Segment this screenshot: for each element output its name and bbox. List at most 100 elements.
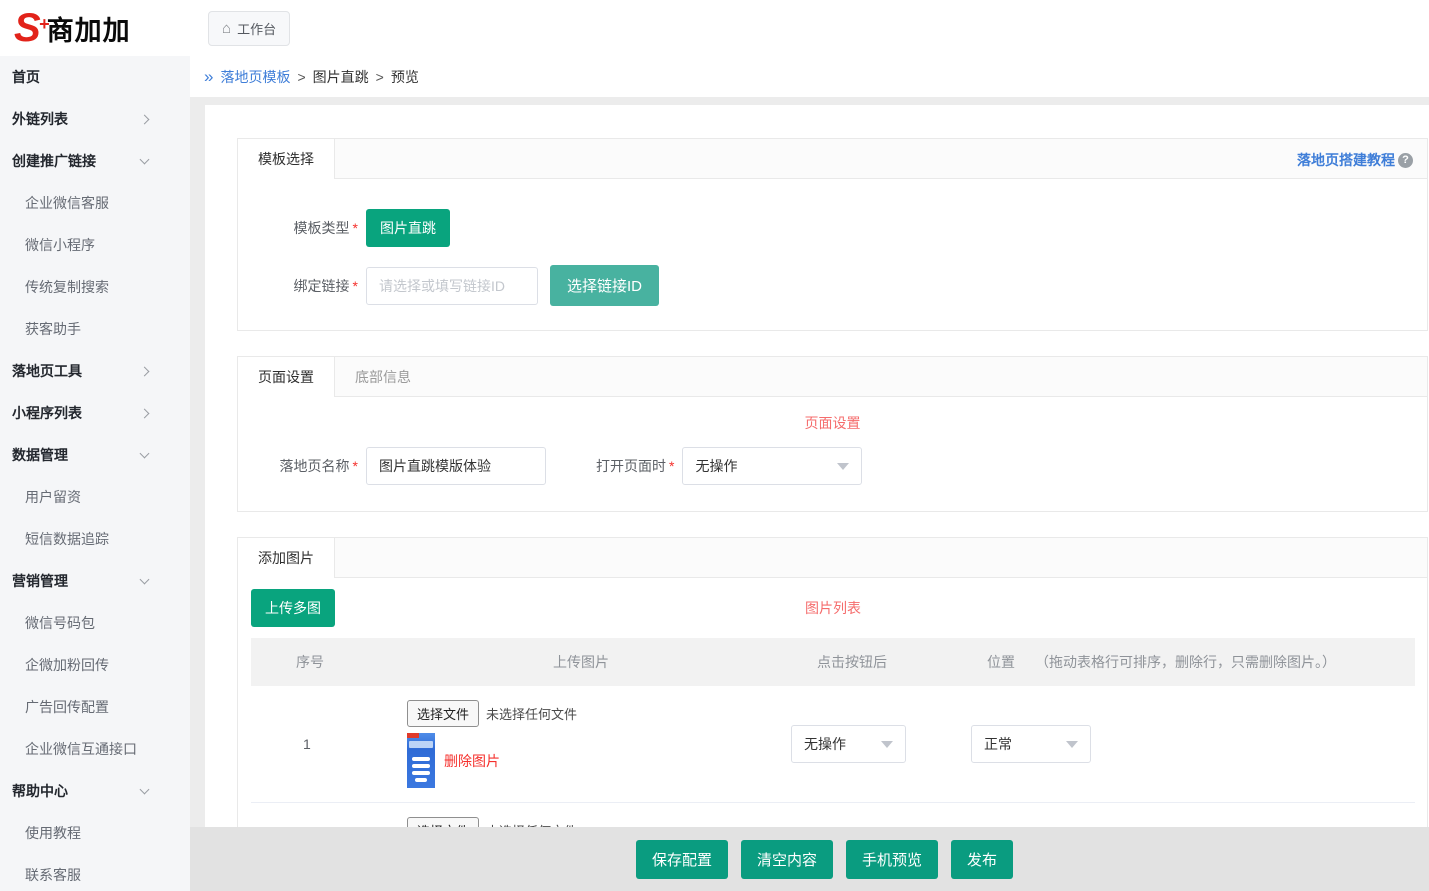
save-config-button[interactable]: 保存配置: [636, 840, 728, 879]
landing-name-label: 落地页名称*: [238, 456, 358, 476]
col-header-action: 点击按钮后: [781, 652, 961, 672]
sidebar-item-user-leads[interactable]: 用户留资: [0, 476, 190, 518]
choose-link-id-button[interactable]: 选择链接ID: [550, 265, 659, 306]
help-question-icon: ?: [1398, 153, 1413, 168]
tab-footer-info[interactable]: 底部信息: [335, 357, 431, 396]
sidebar-item-external-links[interactable]: 外链列表: [0, 98, 190, 140]
template-type-label: 模板类型*: [238, 218, 358, 238]
chevron-right-icon: [140, 366, 150, 376]
logo-s-icon: S+: [14, 8, 41, 48]
breadcrumb-separator: >: [297, 69, 305, 85]
action-footer: 保存配置 清空内容 手机预览 发布: [190, 827, 1429, 891]
required-asterisk: *: [669, 458, 674, 474]
sidebar-item-data-management[interactable]: 数据管理: [0, 434, 190, 476]
tab-add-images[interactable]: 添加图片: [238, 538, 335, 578]
template-type-button[interactable]: 图片直跳: [366, 209, 450, 247]
publish-button[interactable]: 发布: [951, 840, 1013, 879]
breadcrumb-root-link[interactable]: 落地页模板: [220, 67, 290, 87]
click-action-select[interactable]: 无操作: [791, 725, 906, 763]
sidebar-item-label: 落地页工具: [12, 361, 82, 381]
workbench-label: 工作台: [237, 19, 276, 38]
sidebar-item-wecom-fan-callback[interactable]: 企微加粉回传: [0, 644, 190, 686]
add-images-tabs: 添加图片: [238, 538, 1427, 578]
sidebar-item-label: 获客助手: [25, 319, 81, 339]
sidebar-item-label: 用户留资: [25, 487, 81, 507]
row-image-cell: 选择文件 未选择任何文件 删除图片: [381, 700, 781, 788]
sidebar-item-label: 企业微信客服: [25, 193, 109, 213]
sidebar-item-label: 数据管理: [12, 445, 68, 465]
sidebar: 首页 外链列表 创建推广链接 企业微信客服 微信小程序 传统复制搜索 获客助手 …: [0, 56, 190, 891]
page-panel: 模板选择 落地页搭建教程 ? 模板类型* 图片直跳: [205, 105, 1429, 891]
table-note: （拖动表格行可排序，删除行，只需删除图片。）: [1035, 652, 1336, 672]
sidebar-item-label: 广告回传配置: [25, 697, 109, 717]
breadcrumb-level2: 预览: [391, 67, 419, 87]
sidebar-item-landing-tools[interactable]: 落地页工具: [0, 350, 190, 392]
sidebar-item-label: 创建推广链接: [12, 151, 96, 171]
col-header-index: 序号: [251, 652, 381, 672]
chevron-right-icon: [140, 408, 150, 418]
delete-image-link[interactable]: 删除图片: [444, 751, 500, 771]
page-settings-tabs: 页面设置 底部信息: [238, 357, 1427, 397]
sidebar-item-label: 外链列表: [12, 109, 68, 129]
top-bar: S+ 商加加 ⌂ 工作台: [0, 0, 1429, 56]
open-page-select[interactable]: 无操作: [682, 447, 862, 485]
sidebar-item-miniprogram-list[interactable]: 小程序列表: [0, 392, 190, 434]
tab-page-settings[interactable]: 页面设置: [238, 357, 335, 397]
main-content: » 落地页模板 > 图片直跳 > 预览 模板选择 落地页搭建教程 ?: [190, 56, 1429, 891]
sidebar-item-label: 联系客服: [25, 865, 81, 885]
sidebar-item-tutorial[interactable]: 使用教程: [0, 812, 190, 854]
logo-text: 商加加: [47, 9, 131, 48]
open-page-label: 打开页面时*: [596, 456, 674, 476]
page-settings-section-title: 页面设置: [238, 413, 1427, 433]
sidebar-item-label: 企业微信互通接口: [25, 739, 137, 759]
template-card-tabs: 模板选择: [238, 139, 1427, 179]
sidebar-item-create-promo-link[interactable]: 创建推广链接: [0, 140, 190, 182]
sidebar-item-label: 微信号码包: [25, 613, 95, 633]
workbench-button[interactable]: ⌂ 工作台: [208, 11, 290, 46]
chevron-down-icon: [140, 785, 150, 795]
image-table-header: 序号 上传图片 点击按钮后 位置 （拖动表格行可排序，删除行，只需删除图片。）: [251, 638, 1415, 686]
uploaded-image-thumbnail: [407, 733, 435, 788]
brand-logo: S+ 商加加: [0, 8, 190, 48]
sidebar-item-home[interactable]: 首页: [0, 56, 190, 98]
sidebar-item-sms-tracking[interactable]: 短信数据追踪: [0, 518, 190, 560]
required-asterisk: *: [353, 220, 358, 236]
sidebar-item-label: 首页: [12, 67, 40, 87]
caret-down-icon: [837, 463, 849, 470]
chevron-down-icon: [140, 155, 150, 165]
sidebar-item-ad-callback-config[interactable]: 广告回传配置: [0, 686, 190, 728]
sidebar-item-wechat-number-pack[interactable]: 微信号码包: [0, 602, 190, 644]
sidebar-item-help-center[interactable]: 帮助中心: [0, 770, 190, 812]
sidebar-item-label: 营销管理: [12, 571, 68, 591]
landing-tutorial-link[interactable]: 落地页搭建教程 ?: [1297, 150, 1413, 170]
required-asterisk: *: [353, 278, 358, 294]
landing-name-input[interactable]: [366, 447, 546, 485]
breadcrumb-separator: >: [376, 69, 384, 85]
sidebar-item-label: 帮助中心: [12, 781, 68, 801]
sidebar-item-marketing[interactable]: 营销管理: [0, 560, 190, 602]
upload-multi-button[interactable]: 上传多图: [251, 589, 335, 627]
template-select-card: 模板选择 落地页搭建教程 ? 模板类型* 图片直跳: [237, 138, 1428, 331]
breadcrumb: » 落地页模板 > 图片直跳 > 预览: [190, 56, 1429, 97]
sidebar-item-wecom-interop[interactable]: 企业微信互通接口: [0, 728, 190, 770]
page-settings-card: 页面设置 底部信息 页面设置 落地页名称* 打开页面时* 无操作: [237, 356, 1428, 512]
sidebar-item-label: 小程序列表: [12, 403, 82, 423]
sidebar-item-wechat-miniprogram[interactable]: 微信小程序: [0, 224, 190, 266]
sidebar-item-label: 短信数据追踪: [25, 529, 109, 549]
sidebar-item-wecom-service[interactable]: 企业微信客服: [0, 182, 190, 224]
sidebar-item-label: 使用教程: [25, 823, 81, 843]
table-row: 1 选择文件 未选择任何文件: [251, 686, 1415, 803]
caret-down-icon: [881, 741, 893, 748]
mobile-preview-button[interactable]: 手机预览: [846, 840, 938, 879]
tab-template-select[interactable]: 模板选择: [238, 139, 335, 179]
clear-content-button[interactable]: 清空内容: [741, 840, 833, 879]
position-select[interactable]: 正常: [971, 725, 1091, 763]
bind-link-input[interactable]: [366, 267, 538, 305]
app-window: S+ 商加加 ⌂ 工作台 首页 外链列表 创建推广链接 企业微信客服 微信小程序…: [0, 0, 1429, 891]
sidebar-item-contact-service[interactable]: 联系客服: [0, 854, 190, 891]
home-icon: ⌂: [222, 22, 231, 35]
sidebar-item-copy-search[interactable]: 传统复制搜索: [0, 266, 190, 308]
choose-file-button[interactable]: 选择文件: [407, 700, 479, 727]
row-action-cell: 无操作: [781, 725, 961, 763]
sidebar-item-customer-assistant[interactable]: 获客助手: [0, 308, 190, 350]
